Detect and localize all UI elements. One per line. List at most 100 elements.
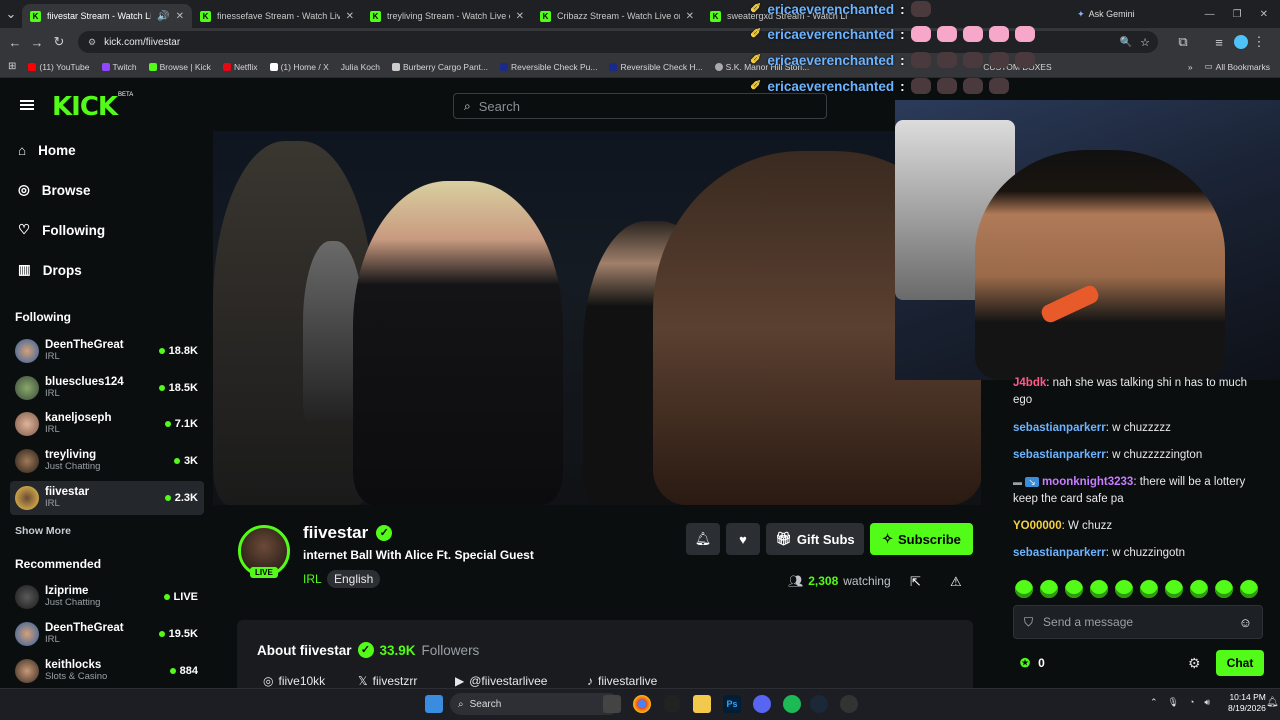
chat-settings-gear-icon[interactable]: ⚙ (1188, 655, 1201, 672)
language-tag[interactable]: English (327, 570, 381, 588)
menu-kebab-icon[interactable]: ⋮ (1248, 34, 1270, 50)
sidebar-channel[interactable]: kaneljoseph IRL 7.1K (10, 407, 204, 441)
browser-tab[interactable]: Kfinessefave Stream - Watch Live ✕ (192, 4, 362, 28)
volume-icon[interactable]: 🔊︎ (1204, 697, 1210, 708)
sidebar-channel-selected[interactable]: fiivestar IRL 2.3K (10, 481, 204, 515)
browser-tab[interactable]: K Cribazz Stream - Watch Live on ✕ (532, 4, 702, 28)
subscribe-button[interactable]: ✧ Subscribe (870, 523, 973, 555)
sidebar-channel[interactable]: DeenTheGreat IRL 19.5K (10, 617, 204, 651)
chat-input[interactable]: ⛉ Send a message ☺ (1013, 605, 1263, 639)
emote-icon[interactable] (1015, 580, 1033, 598)
notification-bell-button[interactable]: 🔔︎ (686, 523, 720, 555)
spotify-icon[interactable] (783, 695, 801, 713)
bookmark[interactable]: Burberry Cargo Pant... (391, 62, 488, 72)
close-tab-icon[interactable]: ✕ (516, 11, 524, 22)
channel-name[interactable]: fiivestar (303, 523, 368, 543)
emote-icon[interactable] (1090, 580, 1108, 598)
zoom-icon[interactable]: 🔍 (1120, 37, 1132, 48)
nav-browse[interactable]: ◎ Browse (18, 180, 198, 200)
sidebar-channel[interactable]: DeenTheGreat IRL 18.8K (10, 334, 204, 368)
channel-points[interactable]: ✪ 0 (1020, 656, 1045, 670)
windows-start-icon[interactable] (425, 695, 443, 713)
close-window-icon[interactable]: ✕ (1260, 9, 1268, 20)
tab-search-icon[interactable]: ⌄ (0, 6, 22, 22)
nav-following[interactable]: ♡ Following (18, 220, 198, 240)
show-more-link[interactable]: Show More (15, 525, 71, 537)
wifi-icon[interactable]: ◔ (1189, 697, 1194, 708)
share-icon[interactable]: ⇱ (910, 574, 921, 590)
chat-username[interactable]: YO00000 (1013, 520, 1062, 532)
bookmark[interactable]: Netflix (222, 62, 258, 72)
emote-icon[interactable] (1215, 580, 1233, 598)
chrome-icon[interactable] (633, 695, 651, 713)
all-bookmarks-button[interactable]: ▭ All Bookmarks (1205, 61, 1270, 72)
social-link-youtube[interactable]: ▶ @fiivestarlivee (455, 674, 547, 688)
maximize-icon[interactable]: ❐ (1233, 9, 1242, 20)
emote-icon[interactable] (1140, 580, 1158, 598)
chat-username[interactable]: moonknight3233 (1042, 476, 1133, 488)
ask-gemini-button[interactable]: ✦ Ask Gemini (1077, 9, 1135, 20)
chat-username[interactable]: sebastianparkerr (1013, 547, 1106, 559)
chat-username[interactable]: sebastianparkerr (1013, 422, 1106, 434)
reload-icon[interactable]: ↻ (48, 34, 70, 50)
profile-icon[interactable] (1234, 35, 1248, 49)
bookmark[interactable]: Browse | Kick (148, 62, 211, 72)
bookmark[interactable]: Twitch (101, 62, 137, 72)
category-link[interactable]: IRL (303, 572, 322, 586)
sidebar-channel[interactable]: treyliving Just Chatting 3K (10, 444, 204, 478)
emote-icon[interactable] (1115, 580, 1133, 598)
kick-logo[interactable]: KICK (52, 92, 118, 122)
chevron-up-icon[interactable]: ⌃ (1150, 697, 1158, 708)
taskbar-search[interactable]: ⌕ Search (450, 693, 620, 715)
browser-tab[interactable]: Ktreyliving Stream - Watch Live o ✕ (362, 4, 532, 28)
social-link-instagram[interactable]: ◎ fiive10kk (263, 674, 325, 688)
sidebar-channel[interactable]: keithlocks Slots & Casino 884 (10, 654, 204, 688)
taskbar-clock[interactable]: 10:14 PM 8/19/2026 (1228, 692, 1266, 714)
emoji-icon[interactable]: ☺ (1239, 615, 1252, 630)
video-player[interactable] (213, 131, 981, 505)
emote-icon[interactable] (1065, 580, 1083, 598)
browser-tab[interactable]: Kfiivestar Stream - Watch Li 🔊 ✕ (22, 4, 192, 28)
nav-home[interactable]: ⌂ Home (18, 140, 198, 160)
site-info-icon[interactable]: ⚙ (88, 37, 96, 48)
bookmark[interactable]: Julia Koch (341, 62, 380, 72)
back-icon[interactable]: ← (4, 35, 26, 50)
chat-send-button[interactable]: Chat (1216, 650, 1264, 676)
search-input[interactable]: ⌕ Search (453, 93, 827, 119)
emote-icon[interactable] (1190, 580, 1208, 598)
bookmark[interactable]: Reversible Check Pu... (500, 62, 597, 72)
close-tab-icon[interactable]: ✕ (686, 11, 694, 22)
reading-list-icon[interactable]: ≡ (1208, 35, 1230, 50)
photoshop-icon[interactable]: Ps (723, 695, 741, 713)
sidebar-channel[interactable]: bluesclues124 IRL 18.5K (10, 371, 204, 405)
forward-icon[interactable]: → (26, 35, 48, 50)
sidebar-channel[interactable]: Iziprime Just Chatting LIVE (10, 580, 204, 614)
minimize-icon[interactable]: — (1205, 9, 1215, 20)
nav-drops[interactable]: ▥ Drops (18, 260, 198, 280)
report-icon[interactable]: ⚠ (950, 574, 962, 590)
steam-icon[interactable] (810, 695, 828, 713)
emote-icon[interactable] (1040, 580, 1058, 598)
follow-button[interactable]: ♥ (726, 523, 760, 555)
close-tab-icon[interactable]: ✕ (176, 11, 184, 22)
social-link-x[interactable]: 𝕏fiivestzrr (358, 674, 417, 688)
discord-icon[interactable] (753, 695, 771, 713)
bookmark-star-icon[interactable]: ☆ (1140, 36, 1150, 49)
chat-username[interactable]: sebastianparkerr (1013, 449, 1106, 461)
more-bookmarks-icon[interactable]: » (1188, 62, 1193, 72)
close-tab-icon[interactable]: ✕ (346, 11, 354, 22)
file-explorer-icon[interactable] (693, 695, 711, 713)
extensions-icon[interactable]: ⧉ (1172, 34, 1194, 50)
bookmark[interactable]: (11) YouTube (28, 62, 90, 72)
chat-username[interactable]: J4bdk (1013, 377, 1046, 389)
microphone-icon[interactable]: 🎙︎ (1168, 697, 1179, 708)
bookmark[interactable]: Reversible Check H... (609, 62, 703, 72)
app-icon[interactable] (840, 695, 858, 713)
notification-bell-icon[interactable]: 🔔︎ (1266, 697, 1279, 708)
hamburger-menu-icon[interactable] (20, 100, 34, 102)
bookmark[interactable]: (1) Home / X (269, 62, 329, 72)
social-link-tiktok[interactable]: ♪ fiivestarlive (587, 674, 657, 688)
emote-icon[interactable] (1240, 580, 1258, 598)
apps-grid-icon[interactable]: ⊞ (8, 61, 16, 72)
task-view-icon[interactable] (603, 695, 621, 713)
